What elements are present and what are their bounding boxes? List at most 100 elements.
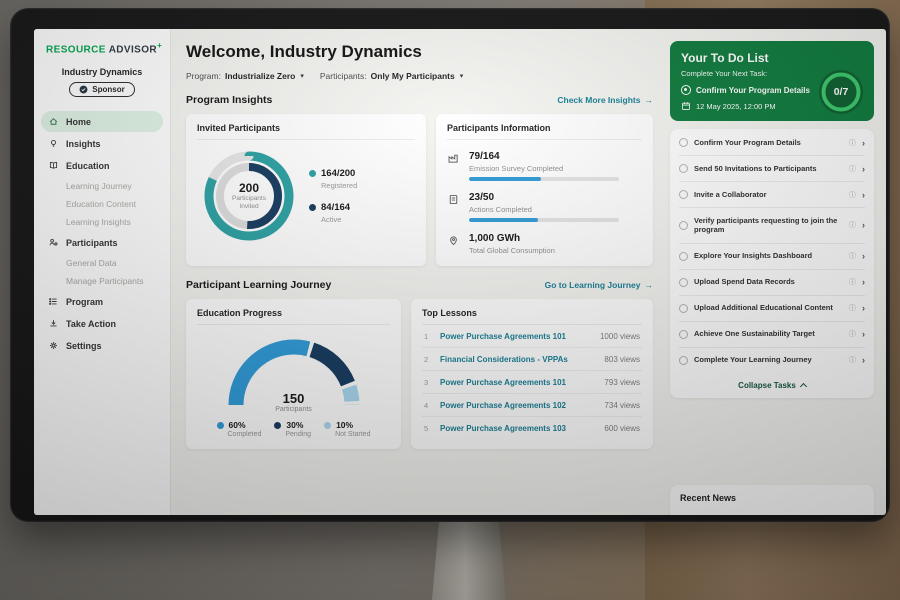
todo-title: Your To Do List [681,51,813,65]
lesson-link[interactable]: Financial Considerations - VPPAs [440,355,596,364]
legend-dot-blue [217,422,224,429]
participants-dropdown[interactable]: Only My Participants ▾ [371,71,464,81]
sidebar-item-learning-insights[interactable]: Learning Insights [41,213,163,231]
monitor-bezel: RESOURCE ADVISOR+ Industry Dynamics Spon… [10,8,890,522]
chevron-right-icon[interactable]: › [862,251,865,261]
donut-center-value: 200 [239,181,259,195]
sidebar-item-education[interactable]: Education [41,155,163,176]
task-checkbox[interactable] [679,356,688,365]
program-dropdown[interactable]: Industrialize Zero ▾ [225,71,304,81]
program-insights-title: Program Insights [186,94,272,106]
lesson-link[interactable]: Power Purchase Agreements 103 [440,424,596,433]
sponsor-badge[interactable]: Sponsor [69,82,134,97]
task-checkbox[interactable] [679,190,688,199]
todo-progress-ring: 0/7 [818,69,864,115]
program-filter-label: Program: [186,71,221,81]
sidebar-item-learning-journey[interactable]: Learning Journey [41,177,163,195]
task-row[interactable]: Upload Spend Data Records ⓘ › [679,270,865,296]
download-icon [48,318,59,329]
monitor-stand [432,518,506,600]
check-more-insights-link[interactable]: Check More Insights → [557,95,653,105]
legend-completed: 60% Completed [217,420,262,438]
emission-progress-bar [469,177,619,181]
chevron-up-icon [800,382,807,389]
task-checkbox[interactable] [679,252,688,261]
todo-subtitle: Complete Your Next Task: [681,69,813,78]
card-title: Education Progress [197,308,390,325]
sidebar-nav: Home Insights Education Learning Journey… [34,111,170,356]
chevron-right-icon[interactable]: › [862,303,865,313]
emission-survey-row: 79/164 Emission Survey Completed [447,151,642,181]
lesson-link[interactable]: Power Purchase Agreements 101 [440,378,596,387]
lesson-link[interactable]: Power Purchase Agreements 101 [440,332,592,341]
task-checkbox[interactable] [679,138,688,147]
task-checkbox[interactable] [679,278,688,287]
sidebar-item-participants[interactable]: Participants [41,232,163,253]
task-list: Confirm Your Program Details ⓘ › Send 50… [670,129,874,398]
info-icon: ⓘ [849,138,856,148]
book-icon [48,160,59,171]
actions-progress-bar [469,218,619,222]
task-row[interactable]: Verify participants requesting to join t… [679,208,865,244]
task-checkbox[interactable] [679,304,688,313]
sidebar-item-manage-participants[interactable]: Manage Participants [41,272,163,290]
sidebar-item-settings[interactable]: Settings [41,335,163,356]
chevron-right-icon[interactable]: › [862,190,865,200]
info-icon: ⓘ [849,164,856,174]
chevron-right-icon[interactable]: › [862,329,865,339]
task-row[interactable]: Explore Your Insights Dashboard ⓘ › [679,244,865,270]
sidebar-item-insights[interactable]: Insights [41,133,163,154]
participants-information-card: Participants Information 79/164 Emission… [436,114,653,266]
checklist-icon [447,193,461,211]
task-row[interactable]: Upload Additional Educational Content ⓘ … [679,296,865,322]
card-title: Invited Participants [197,123,415,140]
info-icon: ⓘ [849,190,856,200]
task-row[interactable]: Send 50 Invitations to Participants ⓘ › [679,156,865,182]
chevron-right-icon[interactable]: › [862,138,865,148]
task-row[interactable]: Achieve One Sustainability Target ⓘ › [679,322,865,348]
invited-legend: 164/200 Registered 84/164 Active [309,168,357,224]
legend-dot-navy [274,422,281,429]
task-row[interactable]: Invite a Collaborator ⓘ › [679,182,865,208]
home-icon [48,116,59,127]
sidebar-item-program[interactable]: Program [41,291,163,312]
go-to-learning-journey-link[interactable]: Go to Learning Journey → [545,280,653,290]
info-icon: ⓘ [849,355,856,365]
task-checkbox[interactable] [679,221,688,230]
chevron-right-icon[interactable]: › [862,277,865,287]
chevron-right-icon[interactable]: › [862,164,865,174]
todo-sidebar: Your To Do List Complete Your Next Task:… [664,29,886,515]
arrow-right-icon: → [645,95,654,105]
consumption-row: 1,000 GWh Total Global Consumption [447,233,642,259]
chevron-right-icon[interactable]: › [862,220,865,230]
info-icon: ⓘ [849,251,856,261]
legend-dot-lightblue [324,422,331,429]
task-checkbox[interactable] [679,330,688,339]
page-title: Welcome, Industry Dynamics [186,42,653,62]
chevron-down-icon: ▾ [300,72,304,80]
next-task-row[interactable]: Confirm Your Program Details [681,85,813,95]
lesson-row: 1 Power Purchase Agreements 101 1000 vie… [422,325,642,348]
legend-not-started: 10% Not Started [324,420,370,438]
info-icon: ⓘ [849,329,856,339]
location-pin-icon [447,234,461,252]
legend-pending: 30% Pending [274,420,311,438]
lesson-link[interactable]: Power Purchase Agreements 102 [440,401,596,410]
task-row[interactable]: Complete Your Learning Journey ⓘ › [679,348,865,373]
target-icon [681,85,691,95]
chevron-right-icon[interactable]: › [862,355,865,365]
card-title: Top Lessons [422,308,642,325]
app-logo: RESOURCE ADVISOR+ [34,41,170,55]
sidebar-item-home[interactable]: Home [41,111,163,132]
collapse-tasks-button[interactable]: Collapse Tasks [679,373,865,397]
card-title: Participants Information [447,123,642,140]
gauge-center-label: Participants [219,406,369,413]
sidebar-item-general-data[interactable]: General Data [41,254,163,272]
task-row[interactable]: Confirm Your Program Details ⓘ › [679,130,865,156]
main-content: Welcome, Industry Dynamics Program: Indu… [171,29,664,515]
dashboard-screen: RESOURCE ADVISOR+ Industry Dynamics Spon… [34,29,886,515]
learning-journey-title: Participant Learning Journey [186,279,331,291]
task-checkbox[interactable] [679,164,688,173]
sidebar-item-education-content[interactable]: Education Content [41,195,163,213]
sidebar-item-take-action[interactable]: Take Action [41,313,163,334]
